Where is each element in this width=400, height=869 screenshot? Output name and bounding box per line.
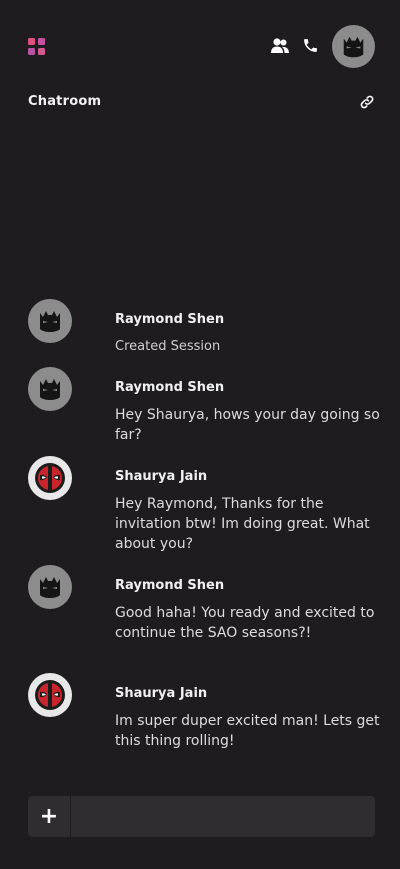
users-icon[interactable]	[270, 37, 290, 55]
top-bar	[0, 0, 400, 90]
batman-avatar[interactable]	[28, 299, 72, 343]
message-author: Raymond Shen	[115, 380, 225, 395]
batman-icon	[343, 36, 364, 58]
link-icon[interactable]	[359, 94, 375, 110]
phone-icon[interactable]	[302, 37, 319, 54]
batman-icon	[40, 311, 60, 332]
message-input[interactable]	[72, 796, 375, 837]
apps-grid-icon[interactable]	[28, 38, 45, 55]
add-attachment-button[interactable]: +	[28, 796, 71, 837]
batman-avatar[interactable]	[28, 565, 72, 609]
deadpool-icon	[35, 463, 65, 493]
message-author: Raymond Shen	[115, 578, 225, 593]
message-text: Im super duper excited man! Lets get thi…	[115, 713, 380, 749]
batman-icon	[40, 379, 60, 400]
message-text: Hey Shaurya, hows your day going so far?	[115, 407, 380, 443]
message-text: Created Session	[115, 339, 221, 354]
message-text: Good haha! You ready and excited to cont…	[115, 605, 375, 641]
message-author: Raymond Shen	[115, 312, 225, 327]
user-avatar[interactable]	[332, 25, 375, 68]
message-author: Shaurya Jain	[115, 686, 208, 701]
deadpool-avatar[interactable]	[28, 673, 72, 717]
deadpool-avatar[interactable]	[28, 456, 72, 500]
deadpool-icon	[35, 680, 65, 710]
message-composer: +	[28, 796, 375, 837]
batman-icon	[40, 577, 60, 598]
room-title: Chatroom	[28, 94, 102, 109]
message-text: Hey Raymond, Thanks for the invitation b…	[115, 496, 370, 552]
message-author: Shaurya Jain	[115, 469, 208, 484]
batman-avatar[interactable]	[28, 367, 72, 411]
